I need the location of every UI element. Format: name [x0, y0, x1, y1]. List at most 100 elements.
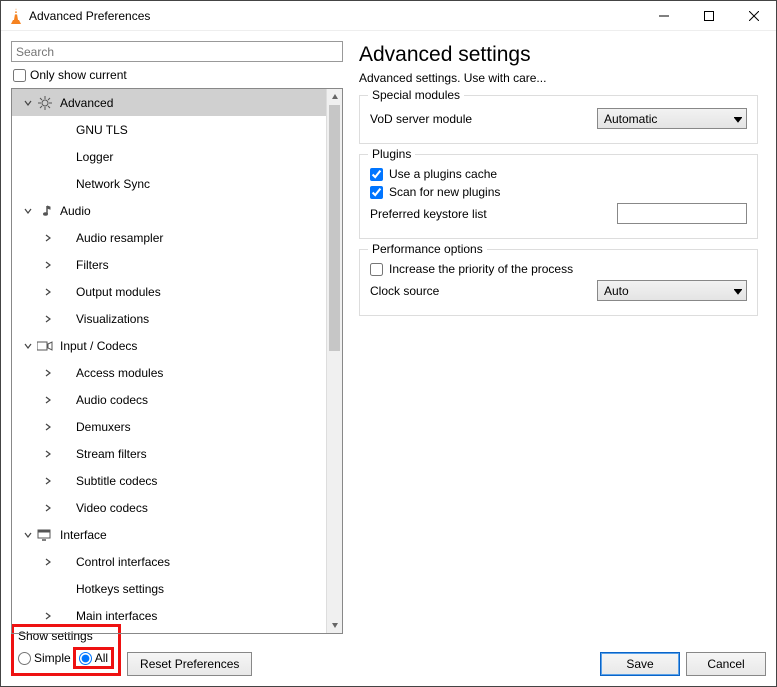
chevron-right-icon[interactable]: [40, 230, 56, 246]
radio-simple-input[interactable]: [18, 652, 31, 665]
vod-server-value: Automatic: [604, 112, 657, 126]
tree-item-audio-codecs[interactable]: Audio codecs: [12, 386, 326, 413]
use-plugins-cache-checkbox[interactable]: [370, 168, 383, 181]
chevron-down-icon[interactable]: [20, 338, 36, 354]
keystore-input[interactable]: [617, 203, 747, 224]
chevron-right-icon[interactable]: [40, 392, 56, 408]
increase-priority-label: Increase the priority of the process: [389, 262, 573, 276]
tree-item-interface[interactable]: Interface: [12, 521, 326, 548]
tree-item-label: Network Sync: [76, 177, 150, 191]
chevron-right-icon[interactable]: [40, 608, 56, 624]
tree-item-label: Subtitle codecs: [76, 474, 157, 488]
increase-priority-checkbox[interactable]: [370, 263, 383, 276]
reset-preferences-label: Reset Preferences: [140, 657, 239, 671]
tree-item-audio[interactable]: Audio: [12, 197, 326, 224]
chevron-right-icon[interactable]: [40, 257, 56, 273]
radio-simple[interactable]: Simple: [18, 651, 71, 665]
keystore-label: Preferred keystore list: [370, 207, 617, 221]
chevron-right-icon[interactable]: [40, 500, 56, 516]
use-plugins-cache-label: Use a plugins cache: [389, 167, 497, 181]
chevron-right-icon[interactable]: [40, 365, 56, 381]
tree-item-logger[interactable]: Logger: [12, 143, 326, 170]
tree-item-input-codecs[interactable]: Input / Codecs: [12, 332, 326, 359]
tree-item-demuxers[interactable]: Demuxers: [12, 413, 326, 440]
tree-item-label: Interface: [60, 528, 107, 542]
clock-source-combo[interactable]: Auto: [597, 280, 747, 301]
tree-item-label: Filters: [76, 258, 109, 272]
tree-item-advanced[interactable]: Advanced: [12, 89, 326, 116]
chevron-right-icon[interactable]: [40, 311, 56, 327]
tree-item-label: Audio codecs: [76, 393, 148, 407]
save-label: Save: [626, 657, 653, 671]
only-show-current-label: Only show current: [30, 68, 127, 82]
radio-all-input[interactable]: [79, 652, 92, 665]
tree-item-gnu-tls[interactable]: GNU TLS: [12, 116, 326, 143]
radio-simple-label: Simple: [34, 651, 71, 665]
tree-item-label: Audio: [60, 204, 91, 218]
audio-icon: [36, 202, 54, 220]
tree-item-visualizations[interactable]: Visualizations: [12, 305, 326, 332]
tree-item-subtitle-codecs[interactable]: Subtitle codecs: [12, 467, 326, 494]
minimize-button[interactable]: [641, 1, 686, 31]
scan-new-plugins-checkbox[interactable]: [370, 186, 383, 199]
legend-special-modules: Special modules: [368, 88, 464, 102]
maximize-button[interactable]: [686, 1, 731, 31]
scroll-down-button[interactable]: [327, 617, 342, 633]
tree-item-access-modules[interactable]: Access modules: [12, 359, 326, 386]
gear-icon: [36, 94, 54, 112]
tree-item-filters[interactable]: Filters: [12, 251, 326, 278]
legend-performance: Performance options: [368, 242, 487, 256]
vod-server-combo[interactable]: Automatic: [597, 108, 747, 129]
tree-item-video-codecs[interactable]: Video codecs: [12, 494, 326, 521]
footer: Show settings Simple All Reset Preferenc…: [1, 634, 776, 686]
tree-item-label: Access modules: [76, 366, 163, 380]
window-title: Advanced Preferences: [29, 9, 150, 23]
chevron-right-icon[interactable]: [40, 419, 56, 435]
chevron-right-icon[interactable]: [40, 446, 56, 462]
reset-preferences-button[interactable]: Reset Preferences: [127, 652, 252, 676]
radio-all[interactable]: All: [73, 647, 114, 669]
tree-spacer: [40, 149, 56, 165]
scroll-thumb[interactable]: [329, 105, 340, 351]
tree-item-stream-filters[interactable]: Stream filters: [12, 440, 326, 467]
tree-item-main-if[interactable]: Main interfaces: [12, 602, 326, 629]
tree-item-hotkeys[interactable]: Hotkeys settings: [12, 575, 326, 602]
tree-item-audio-resampler[interactable]: Audio resampler: [12, 224, 326, 251]
tree-item-output-modules[interactable]: Output modules: [12, 278, 326, 305]
chevron-down-icon[interactable]: [20, 527, 36, 543]
tree-item-network-sync[interactable]: Network Sync: [12, 170, 326, 197]
tree-item-label: Main interfaces: [76, 609, 157, 623]
clock-source-label: Clock source: [370, 284, 597, 298]
cancel-button[interactable]: Cancel: [686, 652, 766, 676]
page-subtitle: Advanced settings. Use with care...: [359, 71, 758, 85]
legend-plugins: Plugins: [368, 147, 415, 161]
group-performance: Performance options Increase the priorit…: [359, 249, 758, 316]
close-button[interactable]: [731, 1, 776, 31]
chevron-right-icon[interactable]: [40, 554, 56, 570]
tree-item-label: Stream filters: [76, 447, 147, 461]
chevron-right-icon[interactable]: [40, 473, 56, 489]
chevron-down-icon[interactable]: [20, 203, 36, 219]
tree-item-label: Control interfaces: [76, 555, 170, 569]
search-input[interactable]: [11, 41, 343, 62]
tree-scrollbar[interactable]: [326, 89, 342, 633]
tree-item-label: Video codecs: [76, 501, 148, 515]
scroll-up-button[interactable]: [327, 89, 342, 105]
radio-all-label: All: [95, 651, 108, 665]
tree-item-label: Output modules: [76, 285, 161, 299]
tree-item-label: Logger: [76, 150, 113, 164]
chevron-down-icon[interactable]: [20, 95, 36, 111]
save-button[interactable]: Save: [600, 652, 680, 676]
chevron-down-icon: [734, 284, 742, 298]
tree-item-control-if[interactable]: Control interfaces: [12, 548, 326, 575]
tree-item-label: Demuxers: [76, 420, 131, 434]
codec-icon: [36, 337, 54, 355]
page-title: Advanced settings: [359, 43, 758, 67]
chevron-right-icon[interactable]: [40, 284, 56, 300]
cancel-label: Cancel: [707, 657, 744, 671]
vlc-icon: [9, 8, 23, 24]
tree-spacer: [40, 581, 56, 597]
tree-spacer: [40, 122, 56, 138]
only-show-current-checkbox[interactable]: [13, 69, 26, 82]
category-tree: AdvancedGNU TLS Logger Network Sync Audio Au…: [11, 88, 343, 634]
